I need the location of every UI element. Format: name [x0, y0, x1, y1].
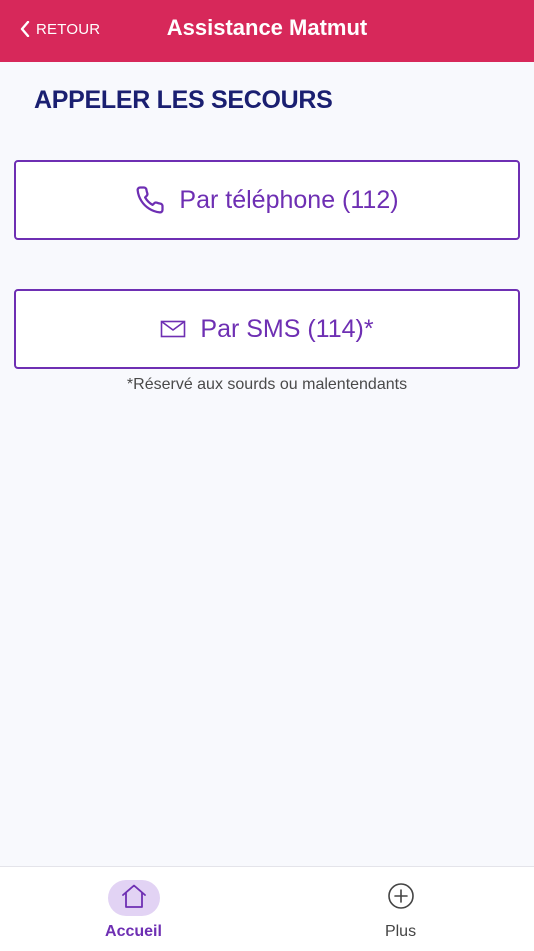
tab-accueil[interactable]: Accueil — [0, 867, 267, 951]
tab-plus-label: Plus — [384, 923, 417, 940]
home-icon — [120, 883, 148, 914]
sms-footnote: *Réservé aux sourds ou malentendants — [126, 376, 408, 393]
tab-plus[interactable]: Plus — [267, 867, 534, 951]
send-sms-button[interactable]: Par SMS (114)* — [14, 289, 520, 369]
send-sms-label: Par SMS (114)* — [200, 314, 374, 343]
app-header: RETOUR Assistance Matmut — [0, 0, 534, 62]
tab-active-indicator — [107, 880, 160, 916]
call-phone-label: Par téléphone (112) — [179, 185, 399, 214]
phone-icon — [135, 185, 165, 215]
section-title: APPELER LES SECOURS — [34, 86, 333, 114]
call-phone-button[interactable]: Par téléphone (112) — [14, 160, 520, 240]
bottom-tab-bar: Accueil Plus — [0, 866, 534, 951]
tab-accueil-label: Accueil — [105, 923, 162, 940]
page-title: Assistance Matmut — [166, 15, 368, 40]
envelope-icon — [160, 319, 186, 339]
plus-circle-icon — [387, 882, 415, 915]
